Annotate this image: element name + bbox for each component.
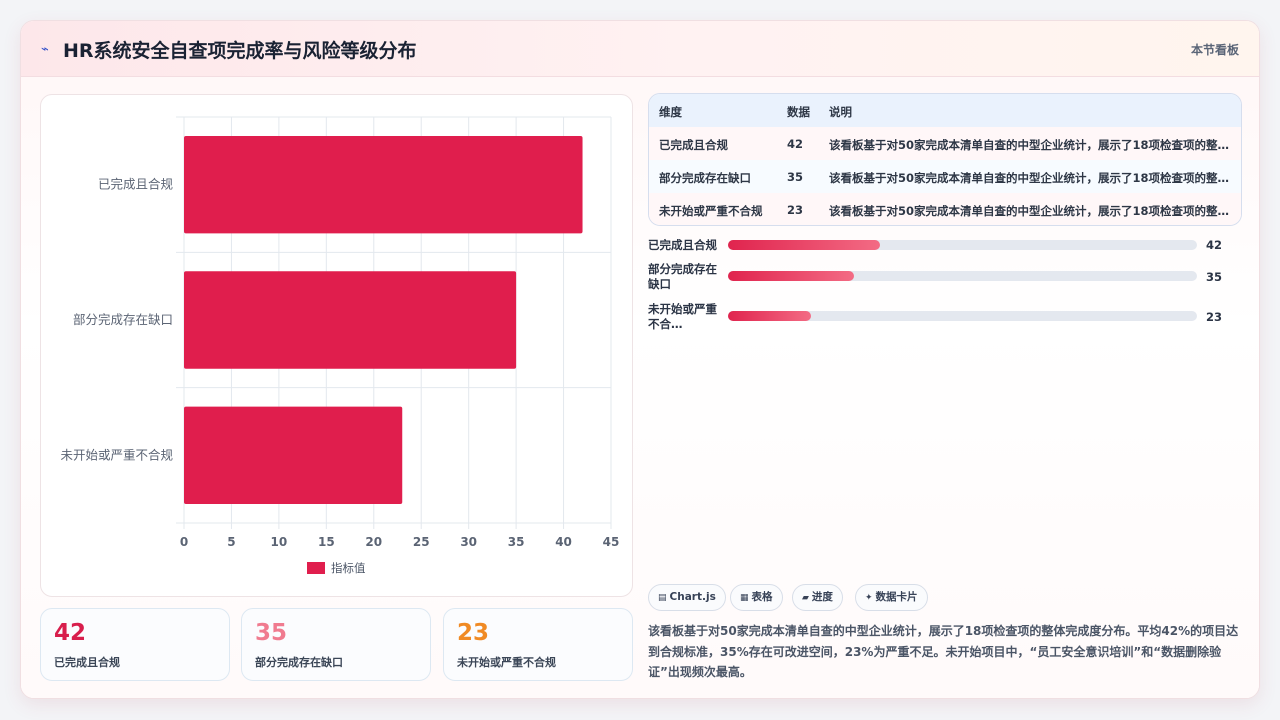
table-header-cell: 数据	[787, 105, 810, 119]
progress-fill	[728, 271, 855, 281]
kpi-value: 42	[54, 620, 87, 646]
bar	[184, 271, 517, 369]
sparkle-icon: ✦	[865, 593, 873, 603]
header-bar: ⌁ HR系统安全自查项完成率与风险等级分布 本节看板	[21, 21, 1259, 77]
tick-label: 25	[413, 535, 430, 549]
table-header-row: 维度 数据 说明	[649, 94, 1241, 127]
progress-label: 未开始或严重不合…	[648, 302, 717, 331]
progress-track	[728, 271, 1197, 281]
kpi-card: 35 部分完成存在缺口	[241, 608, 431, 681]
chip-label: 表格	[751, 591, 773, 603]
category-label: 已完成且合规	[98, 177, 173, 192]
chip-label: 进度	[811, 591, 833, 603]
bar	[184, 135, 583, 234]
table-cell: 该看板基于对50家完成本清单自查的中型企业统计，展示了18项检查项的整体完成度分…	[829, 204, 1231, 218]
table-cell: 部分完成存在缺口	[659, 171, 751, 185]
progress-label: 已完成且合规	[648, 238, 717, 252]
table-header-cell: 维度	[659, 105, 682, 119]
table-row: 部分完成存在缺口 35 该看板基于对50家完成本清单自查的中型企业统计，展示了1…	[649, 160, 1241, 193]
progress-icon: ▰	[802, 593, 809, 603]
table-cell: 已完成且合规	[659, 138, 728, 152]
summary-text: 该看板基于对50家完成本清单自查的中型企业统计，展示了18项检查项的整体完成度分…	[648, 624, 1239, 679]
table-cell: 该看板基于对50家完成本清单自查的中型企业统计，展示了18项检查项的整体完成度分…	[829, 138, 1231, 152]
progress-track	[728, 311, 1197, 321]
bar-chart: 已完成且合规部分完成存在缺口未开始或严重不合规 0 5 10 15 20 25 30 35 40 4…	[60, 116, 620, 575]
table-cell: 未开始或严重不合规	[659, 204, 763, 218]
kpi-label: 未开始或严重不合规	[457, 656, 556, 669]
kpi-value: 23	[457, 620, 490, 646]
chip-chartjs[interactable]: ▤ Chart.js	[648, 584, 726, 611]
page-title: HR系统安全自查项完成率与风险等级分布	[63, 40, 417, 62]
category-label: 部分完成存在缺口	[73, 312, 173, 327]
bar	[184, 406, 403, 505]
tick-label: 45	[603, 535, 620, 549]
table-cell: 35	[787, 170, 804, 184]
kpi-label: 已完成且合规	[54, 656, 120, 669]
tick-label: 10	[271, 535, 288, 549]
table-header-cell: 说明	[829, 105, 852, 119]
progress-value: 35	[1206, 270, 1223, 284]
chip-data-card[interactable]: ✦ 数据卡片	[855, 584, 928, 611]
tick-label: 30	[460, 535, 477, 549]
tick-label: 5	[227, 535, 235, 549]
tick-label: 40	[555, 535, 572, 549]
kpi-label: 部分完成存在缺口	[255, 656, 343, 669]
kpi-value: 35	[255, 620, 288, 646]
progress-label: 部分完成存在缺口	[648, 262, 717, 291]
tick-label: 0	[180, 535, 188, 549]
chip-label: 数据卡片	[875, 591, 918, 603]
table-row: 未开始或严重不合规 23 该看板基于对50家完成本清单自查的中型企业统计，展示了…	[649, 193, 1241, 225]
chip-table[interactable]: ▦ 表格	[730, 584, 783, 611]
pulse-icon: ⌁	[41, 42, 49, 57]
progress-row: 未开始或严重不合… 23	[648, 302, 1248, 336]
tick-label: 20	[365, 535, 382, 549]
progress-fill	[728, 240, 880, 250]
table-cell: 该看板基于对50家完成本清单自查的中型企业统计，展示了18项检查项的整体完成度分…	[829, 171, 1231, 185]
table-cell: 42	[787, 137, 804, 151]
category-label: 未开始或严重不合规	[60, 447, 173, 462]
legend-label: 指标值	[331, 561, 366, 575]
progress-row: 部分完成存在缺口 35	[648, 262, 1248, 296]
progress-track	[728, 240, 1197, 250]
table-icon: ▦	[740, 593, 749, 603]
chip-progress[interactable]: ▰ 进度	[792, 584, 843, 611]
tick-label: 15	[318, 535, 335, 549]
legend-swatch	[307, 562, 325, 574]
progress-fill	[728, 311, 811, 321]
tick-label: 35	[508, 535, 525, 549]
section-tag: 本节看板	[1190, 43, 1239, 57]
bar-chart-card: 已完成且合规部分完成存在缺口未开始或严重不合规 0 5 10 15 20 25 30 35 40 4…	[40, 94, 633, 597]
table-cell: 23	[787, 203, 804, 217]
dashboard-board: ⌁ HR系统安全自查项完成率与风险等级分布 本节看板 已完成且合规部分完成存在缺…	[20, 20, 1260, 699]
chart-icon: ▤	[658, 593, 667, 603]
kpi-card: 42 已完成且合规	[40, 608, 230, 681]
kpi-card: 23 未开始或严重不合规	[443, 608, 633, 681]
table-row: 已完成且合规 42 该看板基于对50家完成本清单自查的中型企业统计，展示了18项…	[649, 127, 1241, 160]
progress-value: 23	[1206, 310, 1223, 324]
data-table: 维度 数据 说明 已完成且合规 42 该看板基于对50家完成本清单自查的中型企业…	[648, 93, 1242, 226]
chip-label: Chart.js	[669, 591, 716, 603]
progress-value: 42	[1206, 238, 1223, 252]
